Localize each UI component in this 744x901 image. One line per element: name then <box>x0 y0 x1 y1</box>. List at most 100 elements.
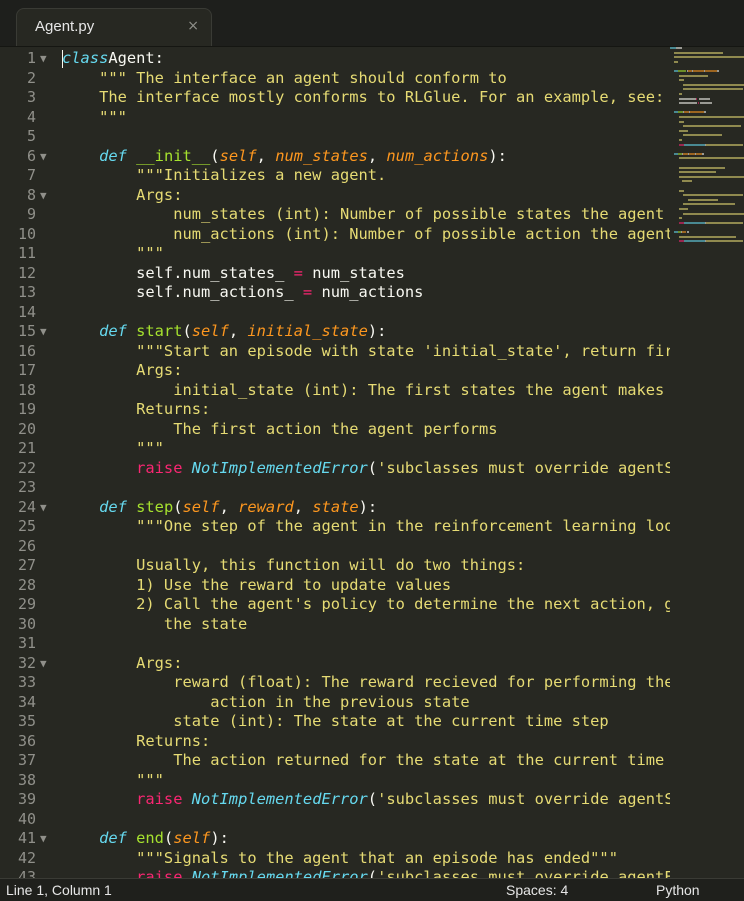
code-line[interactable]: """ <box>62 108 127 128</box>
line-number: 18 <box>17 380 36 399</box>
code-token: ): <box>358 497 378 516</box>
code-line[interactable]: 2) Call the agent's policy to determine … <box>62 595 670 615</box>
code-token: Usually, this function will do two thing… <box>62 556 526 574</box>
minimap-stroke <box>678 189 685 192</box>
code-line[interactable]: raise NotImplementedError('subclasses mu… <box>62 459 670 479</box>
code-line[interactable]: self.num_actions_ = num_actions <box>62 283 423 303</box>
code-line[interactable]: def start(self, initial_state): <box>62 322 386 342</box>
code-line[interactable]: """Start an episode with state 'initial_… <box>62 342 670 362</box>
minimap-stroke <box>678 116 744 118</box>
code-area[interactable]: classAgent: """ The interface an agent s… <box>62 47 670 878</box>
code-line[interactable]: The first action the agent performs <box>62 419 498 440</box>
code-token: NotImplementedError <box>191 458 368 477</box>
code-line[interactable]: def step(self, reward, state): <box>62 498 377 518</box>
code-token: state <box>312 497 359 516</box>
fold-arrow-icon[interactable]: ▼ <box>40 147 52 167</box>
code-token: the state <box>62 614 248 633</box>
fold-arrow-icon[interactable]: ▼ <box>40 186 52 206</box>
code-token: The first action the agent performs <box>62 419 498 438</box>
line-number: 37 <box>17 751 36 769</box>
minimap[interactable] <box>670 47 744 257</box>
code-line[interactable]: """ <box>62 244 164 264</box>
code-line[interactable]: Returns: <box>62 400 210 420</box>
indentation-setting[interactable]: Spaces: 4 <box>506 882 568 898</box>
code-token: raise <box>62 790 192 808</box>
minimap-stroke <box>674 56 744 59</box>
code-line[interactable]: Args: <box>62 654 182 674</box>
code-line[interactable]: def __init__(self, num_states, num_actio… <box>62 147 507 167</box>
code-line[interactable]: Args: <box>62 361 182 381</box>
code-token: , <box>228 322 248 340</box>
syntax-mode[interactable]: Python <box>656 882 700 898</box>
status-bar: Line 1, Column 1 Spaces: 4 Python <box>0 878 744 901</box>
code-token: """ <box>62 439 164 457</box>
code-token: NotImplementedError <box>191 790 368 808</box>
code-line[interactable]: """Initializes a new agent. <box>62 166 386 186</box>
code-line[interactable]: def end(self): <box>62 829 229 849</box>
code-token: class <box>62 49 109 67</box>
fold-arrow-icon[interactable]: ▼ <box>40 49 52 69</box>
code-token: raise <box>62 868 192 878</box>
minimap-stroke <box>675 47 683 49</box>
line-number: 39 <box>17 790 36 808</box>
minimap-stroke <box>684 240 706 243</box>
minimap-stroke <box>683 194 743 197</box>
code-line[interactable]: Args: <box>62 186 182 206</box>
line-number: 36 <box>17 731 36 750</box>
fold-arrow-icon[interactable]: ▼ <box>40 322 52 342</box>
code-line[interactable]: Usually, this function will do two thing… <box>62 556 525 576</box>
minimap-stroke <box>706 143 743 146</box>
code-line[interactable]: initial_state (int): The first states th… <box>62 381 664 401</box>
code-line[interactable]: """ The interface an agent should confor… <box>62 69 507 89</box>
code-line[interactable]: raise NotImplementedError('subclasses mu… <box>62 790 670 810</box>
code-token: ( <box>367 790 378 808</box>
code-line[interactable]: The interface mostly conforms to RLGlue.… <box>62 88 670 108</box>
line-number: 3 <box>26 88 36 106</box>
line-number: 21 <box>17 439 36 457</box>
line-number: 12 <box>17 263 36 282</box>
code-line[interactable]: """ <box>62 439 164 459</box>
code-line[interactable]: """One step of the agent in the reinforc… <box>62 517 670 537</box>
code-line[interactable]: the state <box>62 615 247 635</box>
minimap-stroke <box>717 70 720 72</box>
line-number: 41 <box>17 829 36 847</box>
line-number: 9 <box>26 205 36 223</box>
minimap-stroke <box>698 97 710 100</box>
code-line[interactable]: self.num_states_ = num_states <box>62 264 405 284</box>
code-line[interactable]: reward (float): The reward recieved for … <box>62 673 670 693</box>
fold-arrow-icon[interactable]: ▼ <box>40 829 52 849</box>
code-line[interactable]: num_actions (int): Number of possible ac… <box>62 225 670 245</box>
code-editor[interactable]: 1 ▼ 2 3 4 5 6 ▼ 7 8 ▼ 9 10 11 12 13 14 15 ▼ 16 17 18 19 20 21 22 2… <box>0 47 744 878</box>
minimap-stroke <box>678 139 683 141</box>
fold-arrow-icon[interactable]: ▼ <box>40 654 52 674</box>
minimap-stroke <box>693 70 705 72</box>
minimap-stroke <box>689 111 705 114</box>
minimap-stroke <box>674 51 723 54</box>
code-line[interactable]: num_states (int): Number of possible sta… <box>62 205 670 225</box>
line-number: 28 <box>17 575 36 594</box>
code-token: num_states <box>275 146 368 165</box>
tab-agent-py[interactable]: Agent.py × <box>16 8 212 46</box>
code-line[interactable]: The action returned for the state at the… <box>62 751 670 771</box>
code-line[interactable]: Returns: <box>62 732 210 752</box>
line-number: 43 <box>17 868 36 878</box>
line-number: 23 <box>17 478 36 496</box>
code-line[interactable]: classAgent: <box>62 49 164 69</box>
code-line[interactable]: action in the previous state <box>62 693 469 713</box>
code-token: num_actions <box>386 146 489 165</box>
code-line[interactable]: state (int): The state at the current ti… <box>62 712 609 732</box>
minimap-stroke <box>683 203 735 206</box>
code-line[interactable]: raise NotImplementedError('subclasses mu… <box>62 868 670 878</box>
line-number: 11 <box>17 244 36 262</box>
minimap-stroke <box>678 129 688 132</box>
code-token: = <box>293 263 303 282</box>
code-line[interactable]: """Signals to the agent that an episode … <box>62 849 618 869</box>
line-number: 29 <box>17 595 36 613</box>
code-line[interactable]: """ <box>62 771 164 791</box>
close-icon[interactable]: × <box>187 18 199 34</box>
cursor-position[interactable]: Line 1, Column 1 <box>6 882 112 898</box>
code-token: 2) Call the agent's policy to determine … <box>62 595 670 613</box>
fold-arrow-icon[interactable]: ▼ <box>40 498 52 518</box>
code-token: num_actions (int): Number of possible ac… <box>62 224 670 243</box>
code-line[interactable]: 1) Use the reward to update values <box>62 576 451 596</box>
